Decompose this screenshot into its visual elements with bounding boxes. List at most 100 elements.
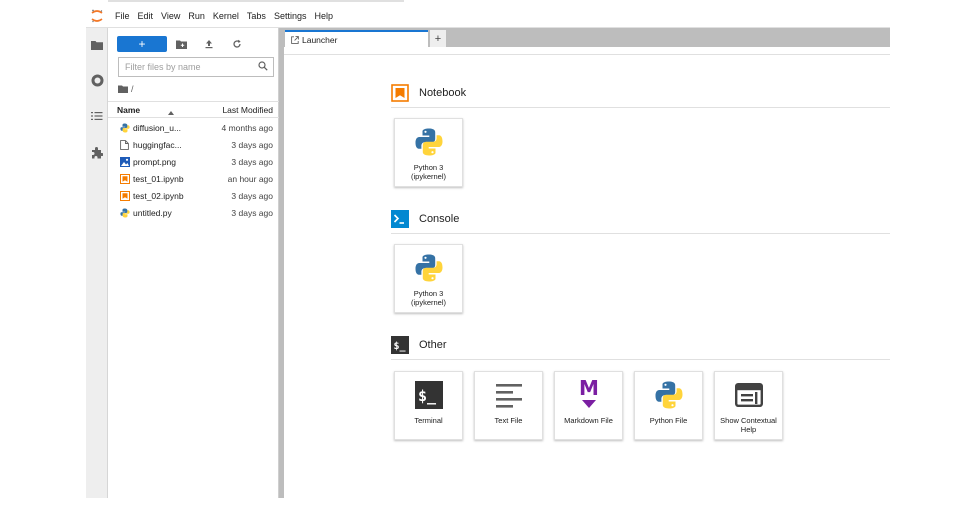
file-modified: 3 days ago <box>231 207 273 218</box>
sort-ascending-icon <box>168 107 174 117</box>
window-top-strip <box>108 0 404 2</box>
card-label: Text File <box>494 416 523 425</box>
folder-icon[interactable] <box>90 38 104 52</box>
file-name: diffusion_u... <box>133 122 182 133</box>
svg-text:$_: $_ <box>418 387 437 405</box>
python-logo-icon <box>395 251 462 285</box>
launcher-card-python-file[interactable]: Python File <box>634 371 703 440</box>
file-name: huggingfac... <box>133 139 182 150</box>
file-row[interactable]: diffusion_u... 4 months ago <box>108 119 279 136</box>
python-logo-icon <box>395 125 462 159</box>
upload-button[interactable] <box>200 36 218 52</box>
menu-tabs[interactable]: Tabs <box>243 4 270 28</box>
menu-help[interactable]: Help <box>310 4 337 28</box>
card-label: Show Contextual Help <box>720 416 777 434</box>
menu-view[interactable]: View <box>157 4 184 28</box>
menu-bar: File Edit View Run Kernel Tabs Settings … <box>86 4 890 28</box>
svg-text:$_: $_ <box>394 341 407 352</box>
jupyter-logo-icon <box>86 5 108 27</box>
launcher-tab-icon <box>291 35 299 44</box>
notebook-file-icon <box>119 190 130 201</box>
new-folder-icon <box>175 40 187 49</box>
card-label: Python 3 (ipykernel) <box>410 163 446 181</box>
file-browser-panel: + / Name Last Modifi <box>108 28 279 498</box>
file-filter-input[interactable] <box>119 62 249 72</box>
toc-icon[interactable] <box>90 109 104 123</box>
file-filter-field[interactable] <box>118 57 274 77</box>
file-name: untitled.py <box>133 207 172 218</box>
search-icon <box>258 61 268 73</box>
column-modified-header[interactable]: Last Modified <box>222 105 273 115</box>
new-launcher-button[interactable]: + <box>117 36 167 52</box>
markdown-icon: M <box>555 378 622 412</box>
tab-bar: Launcher + <box>284 28 890 47</box>
file-modified: an hour ago <box>227 173 273 184</box>
file-row[interactable]: test_01.ipynb an hour ago <box>108 170 279 187</box>
menu-run[interactable]: Run <box>184 4 209 28</box>
refresh-icon <box>233 39 241 48</box>
jupyterlab-app: File Edit View Run Kernel Tabs Settings … <box>86 4 890 498</box>
launcher-card-text-file[interactable]: Text File <box>474 371 543 440</box>
refresh-button[interactable] <box>228 36 246 52</box>
file-row[interactable]: untitled.py 3 days ago <box>108 204 279 221</box>
launcher-card-contextual-help[interactable]: Show Contextual Help <box>714 371 783 440</box>
launcher-section-console: Console <box>391 209 459 229</box>
card-label: Markdown File <box>564 416 613 425</box>
main-dock-area: Launcher + Notebook Python 3 (ipykernel)… <box>284 28 890 498</box>
generic-file-icon <box>119 139 130 150</box>
python-file-icon <box>119 207 130 218</box>
contextual-help-icon <box>715 378 782 412</box>
terminal-icon: $_ <box>395 378 462 412</box>
card-label: Python 3 (ipykernel) <box>410 289 446 307</box>
section-divider <box>391 233 890 234</box>
section-title: Other <box>419 339 447 351</box>
running-icon[interactable] <box>90 73 104 87</box>
menu-edit[interactable]: Edit <box>134 4 158 28</box>
tab-launcher-label: Launcher <box>302 34 338 45</box>
file-row[interactable]: huggingfac... 3 days ago <box>108 136 279 153</box>
file-row[interactable]: prompt.png 3 days ago <box>108 153 279 170</box>
launcher-section-notebook: Notebook <box>391 83 466 103</box>
launcher-card-markdown-file[interactable]: M Markdown File <box>554 371 623 440</box>
file-browser-toolbar: + <box>108 34 279 54</box>
file-name: test_01.ipynb <box>133 173 184 184</box>
launcher-card-console-python3[interactable]: Python 3 (ipykernel) <box>394 244 463 313</box>
notebook-file-icon <box>119 173 130 184</box>
file-list-header: Name Last Modified <box>108 101 279 118</box>
launcher-section-other: $_ Other <box>391 335 447 355</box>
text-file-icon <box>475 378 542 412</box>
file-modified: 4 months ago <box>221 122 273 133</box>
tab-launcher[interactable]: Launcher <box>285 30 428 47</box>
new-folder-button[interactable] <box>172 36 190 52</box>
file-list: diffusion_u... 4 months ago huggingfac..… <box>108 119 279 221</box>
section-divider <box>391 107 890 108</box>
column-name-header[interactable]: Name <box>117 105 140 115</box>
python-file-icon <box>119 122 130 133</box>
file-name: prompt.png <box>133 156 176 167</box>
image-file-icon <box>119 156 130 167</box>
launcher-card-terminal[interactable]: $_ Terminal <box>394 371 463 440</box>
section-title: Console <box>419 213 460 225</box>
folder-home-icon <box>118 85 128 93</box>
section-divider <box>391 359 890 360</box>
breadcrumb[interactable]: / <box>118 83 134 95</box>
menu-settings[interactable]: Settings <box>270 4 311 28</box>
launcher-card-notebook-python3[interactable]: Python 3 (ipykernel) <box>394 118 463 187</box>
file-modified: 3 days ago <box>231 190 273 201</box>
section-title: Notebook <box>419 87 467 99</box>
file-modified: 3 days ago <box>231 139 273 150</box>
file-modified: 3 days ago <box>231 156 273 167</box>
add-tab-button[interactable]: + <box>430 30 446 47</box>
upload-icon <box>205 40 213 49</box>
card-label: Python File <box>649 416 688 425</box>
menu-file[interactable]: File <box>111 4 134 28</box>
file-row[interactable]: test_02.ipynb 3 days ago <box>108 187 279 204</box>
card-label: Terminal <box>414 416 443 425</box>
menu-kernel[interactable]: Kernel <box>209 4 243 28</box>
svg-text:M: M <box>579 379 599 400</box>
extension-icon[interactable] <box>90 146 104 160</box>
breadcrumb-root[interactable]: / <box>131 84 134 94</box>
notebook-section-icon <box>391 84 409 102</box>
terminal-section-icon: $_ <box>391 336 409 354</box>
console-section-icon <box>391 210 409 228</box>
